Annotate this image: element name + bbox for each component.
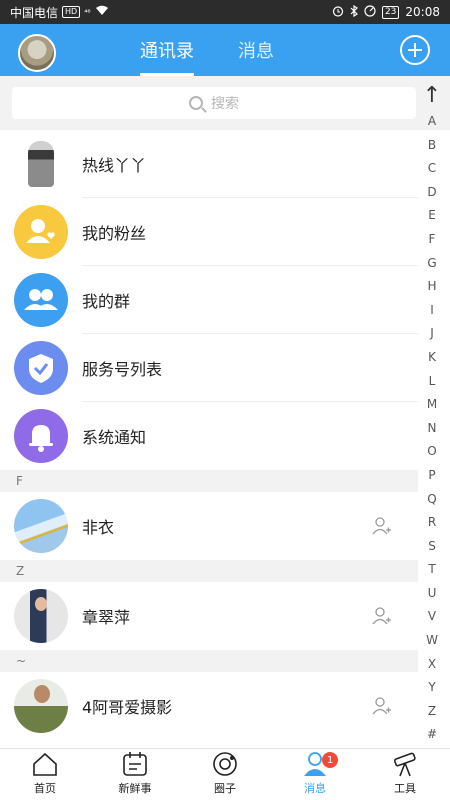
section-header: ~ [0, 650, 418, 672]
index-letter[interactable]: S [428, 535, 436, 559]
index-letter[interactable]: N [428, 417, 437, 441]
add-button[interactable] [400, 35, 430, 65]
add-friend-icon[interactable] [372, 606, 392, 626]
index-letter[interactable]: R [428, 511, 436, 535]
index-letter[interactable]: Z [428, 700, 436, 724]
search-input[interactable]: 搜索 [12, 87, 416, 119]
contact-name: 章翠萍 [82, 608, 131, 627]
nav-news[interactable]: 新鲜事 [90, 749, 180, 800]
list-item-label: 我的粉丝 [82, 224, 147, 243]
wifi-icon [95, 5, 109, 19]
index-letter[interactable]: U [428, 582, 437, 606]
contact-list: 热线丫丫 我的粉丝 我的群 服务号列表 系统通知 F 非衣 Z 章翠萍 ~ 4阿… [0, 130, 418, 740]
contact-row[interactable]: 章翠萍 [0, 582, 418, 650]
list-item-label: 服务号列表 [82, 360, 163, 379]
circle-icon [213, 752, 237, 776]
shield-icon [14, 341, 68, 395]
contact-row[interactable]: 非衣 [0, 492, 418, 560]
status-bar: 中国电信 HD ⁴⁶ 23 20:08 [0, 0, 450, 24]
group-icon [14, 273, 68, 327]
contact-avatar [14, 589, 68, 643]
unread-badge: 1 [322, 752, 339, 768]
index-letter[interactable]: P [428, 464, 435, 488]
nav-home[interactable]: 首页 [0, 749, 90, 800]
index-letter[interactable]: K [428, 346, 436, 370]
section-header: F [0, 470, 418, 492]
index-letter[interactable]: G [427, 252, 436, 276]
index-letter[interactable]: C [428, 157, 436, 181]
clock: 20:08 [405, 5, 440, 19]
search-placeholder: 搜索 [211, 96, 239, 112]
add-friend-icon[interactable] [372, 516, 392, 536]
contact-row[interactable]: 4阿哥爱摄影 [0, 672, 418, 740]
search-icon [189, 96, 203, 110]
nav-label: 新鲜事 [118, 782, 152, 795]
list-item-fans[interactable]: 我的粉丝 [0, 198, 418, 266]
index-letter[interactable]: J [430, 322, 434, 346]
index-letter[interactable]: M [427, 393, 437, 417]
speed-icon [364, 4, 376, 20]
nav-label: 首页 [34, 782, 56, 795]
calendar-icon [123, 752, 147, 776]
nav-circle[interactable]: 圈子 [180, 749, 270, 800]
telescope-icon [393, 752, 416, 777]
contact-name: 4阿哥爱摄影 [82, 698, 173, 717]
list-item-label: 我的群 [82, 292, 131, 311]
alphabet-index[interactable]: ↑ A B C D E F G H I J K L M N O P Q R S T U V W X Y Z # [420, 82, 444, 747]
bluetooth-icon [350, 4, 358, 20]
bell-icon [14, 409, 68, 463]
fans-icon [14, 205, 68, 259]
person-avatar [14, 137, 68, 191]
home-icon [33, 752, 57, 776]
contact-avatar [14, 679, 68, 733]
list-item-group[interactable]: 我的群 [0, 266, 418, 334]
nav-label: 圈子 [214, 782, 236, 795]
add-friend-icon[interactable] [372, 696, 392, 716]
nav-label: 消息 [304, 782, 326, 795]
index-letter[interactable]: Y [428, 676, 435, 700]
tab-messages[interactable]: 消息 [238, 24, 274, 76]
index-letter[interactable]: L [429, 370, 436, 394]
list-item-label: 系统通知 [82, 428, 147, 447]
carrier-label: 中国电信 [10, 5, 59, 20]
index-letter[interactable]: V [428, 605, 436, 629]
scroll-top-arrow-icon[interactable]: ↑ [423, 82, 441, 110]
user-avatar[interactable] [18, 34, 56, 72]
index-letter[interactable]: Q [427, 488, 436, 512]
index-letter[interactable]: I [430, 299, 434, 323]
nav-messages[interactable]: 1 消息 [270, 749, 360, 800]
contact-avatar [14, 499, 68, 553]
list-item-hotline[interactable]: 热线丫丫 [0, 130, 418, 198]
section-header: Z [0, 560, 418, 582]
nav-tools[interactable]: 工具 [360, 749, 450, 800]
tab-contacts[interactable]: 通讯录 [140, 24, 194, 76]
index-letter[interactable]: E [428, 204, 436, 228]
index-letter[interactable]: B [428, 134, 436, 158]
header-tabs: 通讯录 消息 [140, 24, 274, 76]
battery-level: 23 [381, 5, 400, 19]
alarm-icon [332, 5, 344, 20]
list-item-service[interactable]: 服务号列表 [0, 334, 418, 402]
index-letter[interactable]: # [427, 723, 437, 747]
hd-badge: HD [62, 6, 81, 18]
index-letter[interactable]: H [427, 275, 436, 299]
index-letter[interactable]: W [426, 629, 438, 653]
search-area: 搜索 [0, 76, 450, 130]
index-letter[interactable]: A [428, 110, 436, 134]
nav-label: 工具 [394, 782, 416, 795]
bottom-nav: 首页 新鲜事 圈子 1 消息 工具 [0, 748, 450, 800]
index-letter[interactable]: X [428, 653, 436, 677]
network-signal-icon: ⁴⁶ [84, 7, 91, 17]
index-letter[interactable]: T [428, 558, 435, 582]
index-letter[interactable]: D [427, 181, 436, 205]
list-item-notice[interactable]: 系统通知 [0, 402, 418, 470]
contact-name: 非衣 [82, 518, 115, 537]
app-header: 通讯录 消息 [0, 24, 450, 76]
list-item-label: 热线丫丫 [82, 156, 147, 175]
index-letter[interactable]: O [427, 440, 436, 464]
index-letter[interactable]: F [429, 228, 436, 252]
